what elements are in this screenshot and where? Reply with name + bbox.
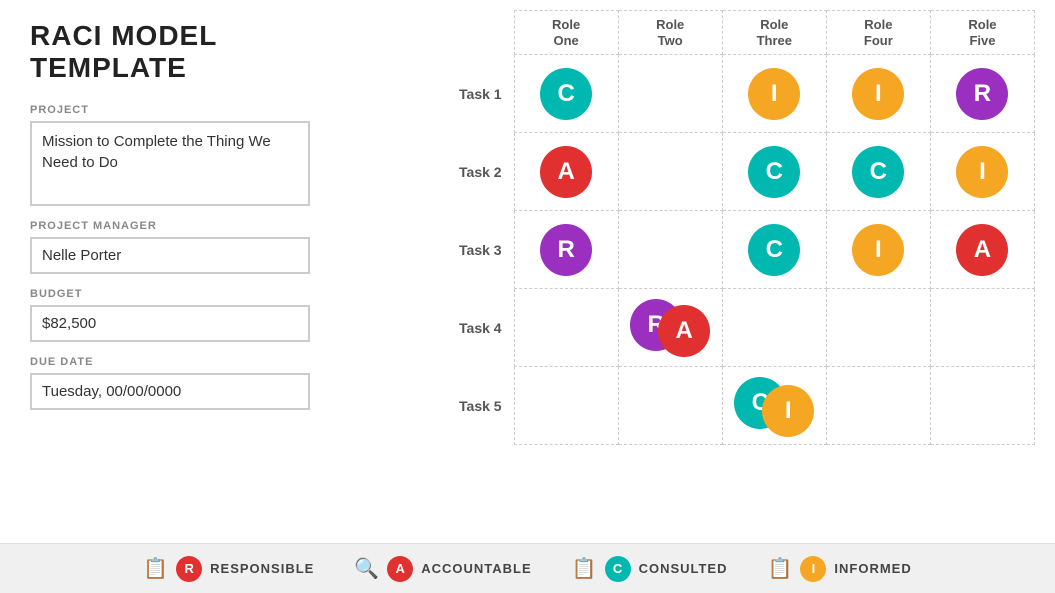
legend-footer: 📋 R RESPONSIBLE 🔍 A ACCOUNTABLE 📋 C CONS… [0, 543, 1055, 593]
badge-I: I [852, 68, 904, 120]
legend-circle-I: I [800, 556, 826, 582]
duedate-label: DUE DATE [30, 356, 360, 368]
project-input[interactable]: Mission to Complete the Thing We Need to… [30, 121, 310, 206]
col-header-role1: RoleOne [514, 11, 618, 55]
col-header-empty [410, 11, 514, 55]
cell-t4-r1 [514, 289, 618, 367]
clipboard-icon: 📋 [143, 556, 168, 581]
cell-t5-r2 [618, 367, 722, 445]
cell-t4-r3 [722, 289, 826, 367]
legend-circle-R: R [176, 556, 202, 582]
task-label: Task 4 [410, 289, 514, 367]
cell-t2-r2 [618, 133, 722, 211]
cell-t5-r4 [826, 367, 930, 445]
task-label: Task 5 [410, 367, 514, 445]
col-header-role2: RoleTwo [618, 11, 722, 55]
cell-t4-r2: R A [618, 289, 722, 367]
search-icon: 🔍 [354, 556, 379, 581]
budget-label: BUDGET [30, 288, 360, 300]
raci-grid-panel: RoleOne RoleTwo RoleThree RoleFour RoleF… [390, 0, 1055, 593]
task-label: Task 1 [410, 55, 514, 133]
project-label: PROJECT [30, 104, 360, 116]
badge-C: C [748, 146, 800, 198]
legend-circle-A: A [387, 556, 413, 582]
clipboard2-icon: 📋 [572, 556, 597, 581]
cell-t2-r3: C [722, 133, 826, 211]
table-row: Task 4 R A [410, 289, 1035, 367]
left-panel: RACI MODEL TEMPLATE PROJECT Mission to C… [0, 0, 390, 593]
badge-A: A [540, 146, 592, 198]
legend-circle-C: C [605, 556, 631, 582]
legend-label-responsible: RESPONSIBLE [210, 561, 314, 576]
cell-t2-r1: A [514, 133, 618, 211]
cell-t3-r1: R [514, 211, 618, 289]
badge-I: I [852, 224, 904, 276]
badge-A: A [956, 224, 1008, 276]
cell-t1-r3: I [722, 55, 826, 133]
cell-t5-r3: C I [722, 367, 826, 445]
badge-I: I [956, 146, 1008, 198]
table-row: Task 3 R C I A [410, 211, 1035, 289]
cell-t3-r2 [618, 211, 722, 289]
badge-I: I [762, 385, 814, 437]
cell-t1-r2 [618, 55, 722, 133]
cell-t1-r4: I [826, 55, 930, 133]
cell-t3-r3: C [722, 211, 826, 289]
duedate-input[interactable]: Tuesday, 00/00/0000 [30, 373, 310, 410]
badge-A: A [658, 305, 710, 357]
badge-C: C [852, 146, 904, 198]
cell-t5-r1 [514, 367, 618, 445]
manager-input[interactable]: Nelle Porter [30, 237, 310, 274]
legend-responsible: 📋 R RESPONSIBLE [143, 556, 314, 582]
legend-label-accountable: ACCOUNTABLE [421, 561, 531, 576]
cell-t3-r4: I [826, 211, 930, 289]
table-row: Task 2 A C C I [410, 133, 1035, 211]
task-label: Task 2 [410, 133, 514, 211]
cell-t1-r1: C [514, 55, 618, 133]
raci-table: RoleOne RoleTwo RoleThree RoleFour RoleF… [410, 10, 1035, 445]
cell-t5-r5 [930, 367, 1034, 445]
cell-t2-r4: C [826, 133, 930, 211]
legend-accountable: 🔍 A ACCOUNTABLE [354, 556, 531, 582]
cell-t2-r5: I [930, 133, 1034, 211]
legend-label-consulted: CONSULTED [639, 561, 728, 576]
badge-C: C [540, 68, 592, 120]
col-header-role5: RoleFive [930, 11, 1034, 55]
cell-t3-r5: A [930, 211, 1034, 289]
legend-label-informed: INFORMED [834, 561, 911, 576]
overlap-badges: R A [630, 295, 710, 355]
overlap-badges-5: C I [734, 373, 814, 433]
legend-informed: 📋 I INFORMED [768, 556, 912, 582]
badge-R: R [540, 224, 592, 276]
page-title: RACI MODEL TEMPLATE [30, 20, 360, 84]
badge-R: R [956, 68, 1008, 120]
manager-label: PROJECT MANAGER [30, 220, 360, 232]
budget-input[interactable]: $82,500 [30, 305, 310, 342]
badge-C: C [748, 224, 800, 276]
cell-t4-r5 [930, 289, 1034, 367]
cell-t1-r5: R [930, 55, 1034, 133]
col-header-role4: RoleFour [826, 11, 930, 55]
legend-consulted: 📋 C CONSULTED [572, 556, 728, 582]
clipboard3-icon: 📋 [768, 556, 793, 581]
col-header-role3: RoleThree [722, 11, 826, 55]
cell-t4-r4 [826, 289, 930, 367]
task-label: Task 3 [410, 211, 514, 289]
table-row: Task 5 C I [410, 367, 1035, 445]
table-row: Task 1 C I I R [410, 55, 1035, 133]
badge-I: I [748, 68, 800, 120]
